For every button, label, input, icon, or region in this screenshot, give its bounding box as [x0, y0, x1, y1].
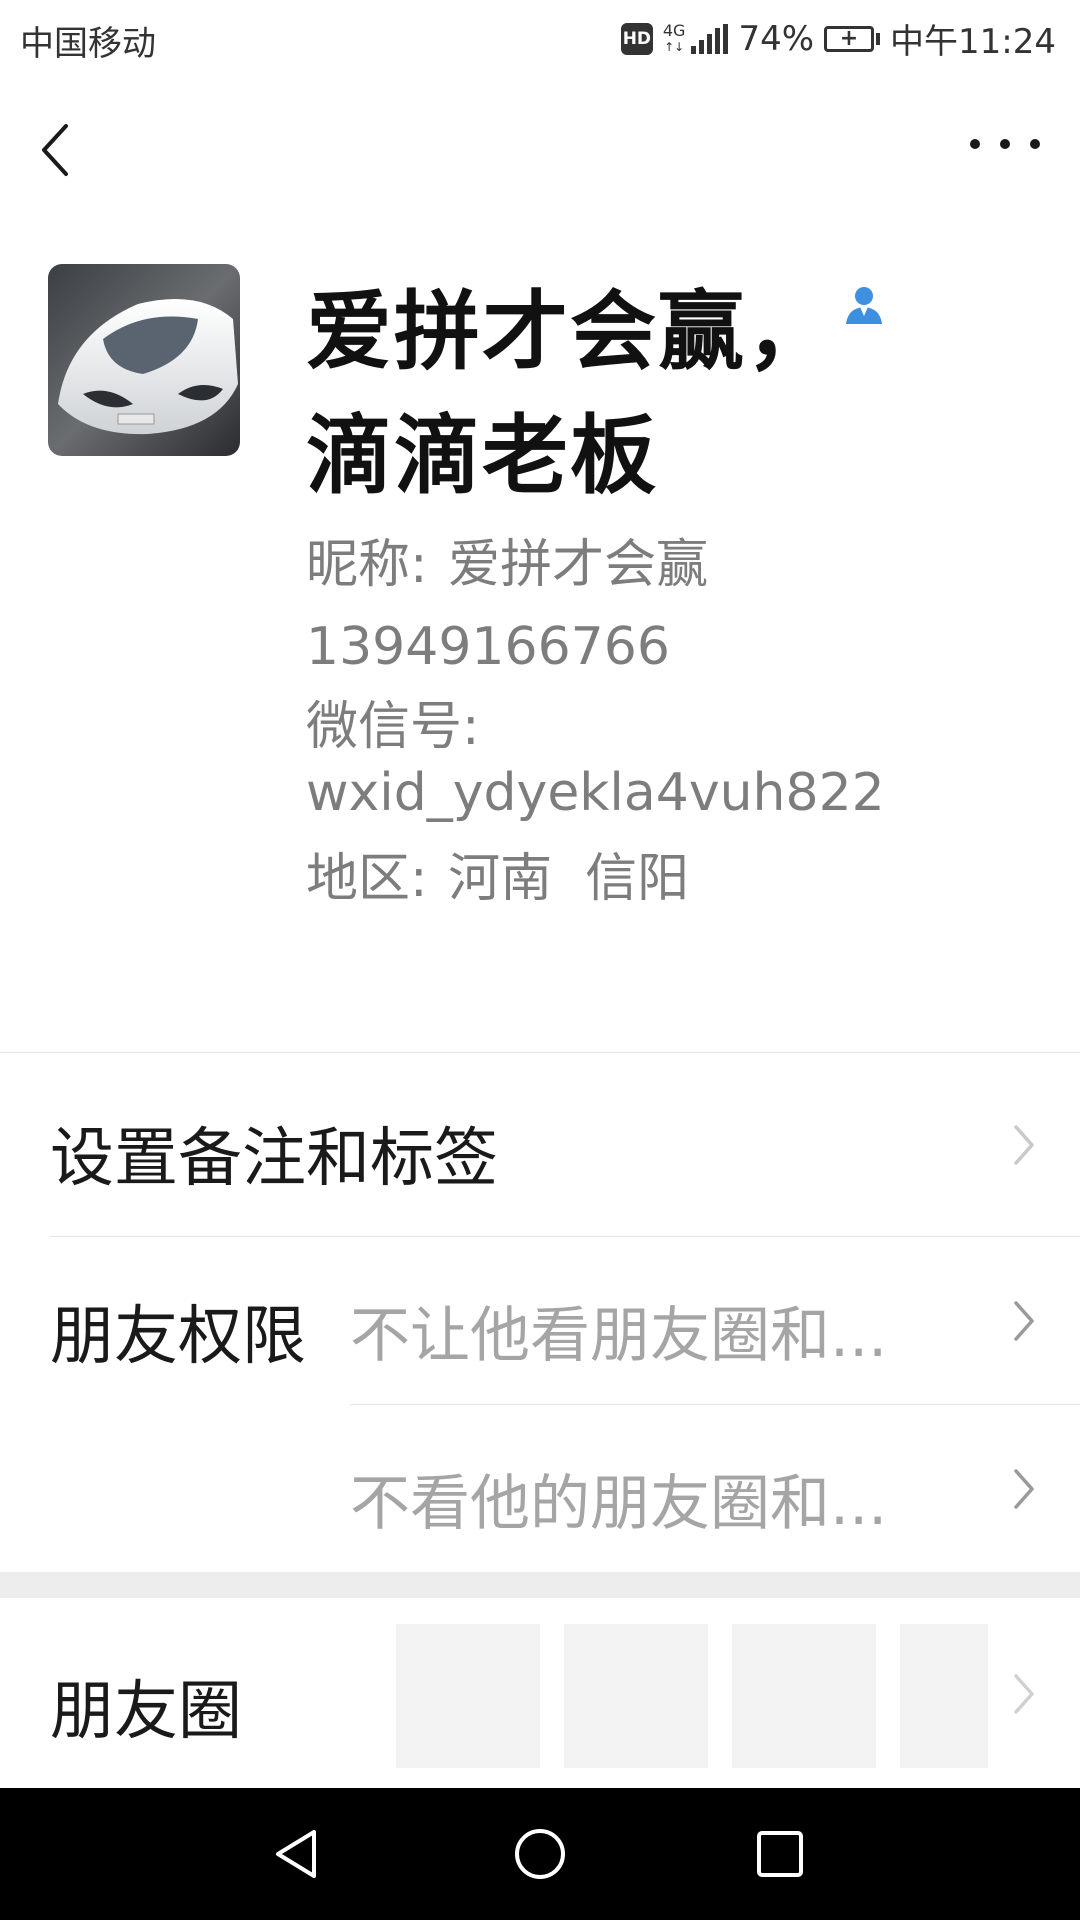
chevron-right-icon	[1014, 1301, 1034, 1341]
moments-thumbnail[interactable]	[564, 1624, 708, 1768]
chevron-right-icon	[1014, 1674, 1034, 1714]
remark-tags-label: 设置备注和标签	[50, 1122, 498, 1196]
permission-value-2: 不看他的朋友圈和...	[350, 1469, 888, 1539]
top-nav	[0, 74, 1080, 214]
permission-value-1: 不让他看朋友圈和...	[350, 1301, 888, 1371]
nickname-value: 爱拼才会赢	[448, 535, 709, 595]
friend-permission-row-2[interactable]: 不看他的朋友圈和...	[0, 1405, 1080, 1572]
status-icons: HD 4G ↑↓ 74% + 中午11:24	[620, 14, 1056, 63]
hd-icon: HD	[620, 22, 653, 55]
person-icon	[846, 287, 882, 324]
display-name-line1: 爱拼才会赢，	[306, 282, 834, 382]
phone-number: 13949166766	[306, 617, 670, 677]
avatar[interactable]	[48, 264, 240, 456]
friend-permission-label: 朋友权限	[50, 1300, 306, 1374]
chevron-right-icon	[1014, 1125, 1034, 1165]
system-nav-bar	[0, 1788, 1080, 1920]
wechat-id-value: wxid_ydyekla4vuh822	[306, 763, 885, 823]
remark-tags-row[interactable]: 设置备注和标签	[0, 1053, 1080, 1236]
more-dots-icon	[970, 139, 980, 149]
moments-thumbnail[interactable]	[900, 1624, 988, 1768]
section-separator	[0, 1572, 1080, 1598]
profile-info: 爱拼才会赢， 滴滴老板 昵称: 爱拼才会赢 13949166766 微信号: w…	[306, 270, 1046, 912]
signal-icon	[691, 23, 729, 54]
region-label: 地区:	[306, 849, 428, 909]
back-button[interactable]	[30, 112, 90, 182]
network-icon: 4G ↑↓	[662, 20, 686, 54]
network-type: 4G	[662, 20, 686, 40]
status-bar: 中国移动 HD 4G ↑↓ 74% + 中午11:24	[0, 0, 1080, 74]
nickname-label: 昵称:	[306, 535, 428, 595]
nickname-row: 昵称: 爱拼才会赢	[306, 532, 1046, 598]
battery-percent: 74%	[738, 18, 815, 59]
region-value: 河南 信阳	[448, 849, 690, 909]
moments-thumbnail[interactable]	[396, 1624, 540, 1768]
nav-recents-icon[interactable]	[750, 1824, 810, 1884]
back-arrow-icon	[42, 124, 68, 176]
display-name-line2: 滴滴老板	[306, 406, 658, 506]
wechat-id-label: 微信号:	[306, 697, 480, 757]
clock: 中午11:24	[890, 22, 1056, 62]
battery-icon: +	[824, 25, 881, 52]
friend-permission-row[interactable]: 朋友权限 不让他看朋友圈和...	[0, 1237, 1080, 1404]
moments-label: 朋友圈	[50, 1675, 242, 1749]
carrier-name: 中国移动	[20, 24, 156, 64]
car-avatar-image	[48, 264, 240, 456]
nav-home-icon[interactable]	[510, 1824, 570, 1884]
region-row: 地区: 河南 信阳	[306, 846, 1046, 912]
chevron-right-icon	[1014, 1469, 1034, 1509]
display-name: 爱拼才会赢， 滴滴老板	[306, 270, 1046, 518]
nav-back-icon[interactable]	[268, 1824, 328, 1884]
moments-thumbnail[interactable]	[732, 1624, 876, 1768]
more-button[interactable]	[970, 114, 1040, 174]
